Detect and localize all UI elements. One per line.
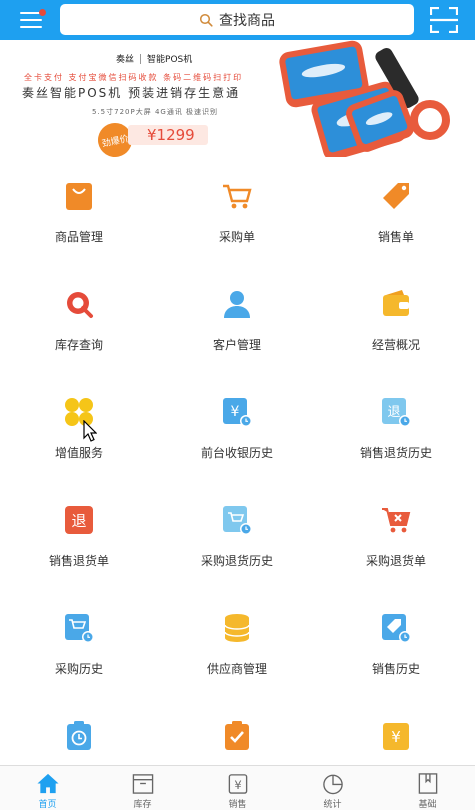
yuan-doc-icon: ¥ (383, 723, 409, 750)
grid-item-label: 商品管理 (54, 230, 103, 244)
grid-item-value-added-services[interactable]: 增值服务 (0, 374, 158, 482)
price-tag-icon (383, 183, 409, 209)
brand-product: 智能POS机 (147, 55, 193, 65)
grid-item-label: 销售单 (377, 230, 414, 244)
banner-headline: 奏丝智能POS机 预装进销存生意通 (22, 86, 241, 100)
brand-divider (140, 53, 142, 64)
banner-price: ¥1299 (147, 126, 195, 144)
grid-item-sales-order[interactable]: 销售单 (317, 158, 475, 266)
grid-item-label: 经营概况 (371, 338, 420, 352)
tab-sales[interactable]: ¥ 销售 (190, 766, 285, 810)
grid-item-label: 采购退货历史 (200, 554, 273, 568)
grid-item-label: 销售退货历史 (359, 446, 432, 460)
tab-inventory[interactable]: 库存 (95, 766, 190, 810)
grid-item-label: 前台收银历史 (200, 446, 273, 460)
scanner-grip-image (410, 100, 450, 140)
grid-item-label: 销售退货单 (48, 554, 109, 568)
wallet-icon (383, 290, 409, 316)
cart-history-icon (65, 614, 94, 643)
database-icon (224, 614, 250, 642)
banner-specs: 5.5寸720P大屏 4G通讯 极速识别 (92, 108, 219, 116)
search-bar[interactable]: 查找商品 (60, 4, 414, 35)
grid-item-label: 供应商管理 (206, 662, 267, 676)
brand-logo: 奏丝 (116, 55, 135, 65)
tab-label: 统计 (323, 800, 342, 810)
tab-label: 基础 (418, 800, 437, 810)
inventory-search-icon (67, 292, 93, 318)
banner-brand: 奏丝 智能POS机 (116, 52, 192, 65)
grid-item-label: 客户管理 (212, 338, 261, 352)
svg-text:¥: ¥ (231, 404, 240, 420)
home-icon (36, 773, 59, 794)
promo-banner[interactable]: 奏丝 智能POS机 全卡支付 支付宝微信扫码收款 条码二维码扫打印 奏丝智能PO… (0, 40, 475, 157)
grid-item-label: 增值服务 (54, 446, 103, 460)
grid-item-label: 库存查询 (54, 338, 103, 352)
svg-text:退: 退 (387, 405, 400, 420)
menu-button[interactable] (0, 0, 60, 40)
sales-bag-icon: ¥ (228, 774, 247, 794)
grid-item-label: 采购退货单 (365, 554, 426, 568)
tab-label: 销售 (228, 800, 247, 810)
grid-item-customer-management[interactable]: 客户管理 (158, 266, 316, 374)
cashier-history-icon: ¥ (223, 398, 252, 427)
grid-item-purchase-return-order[interactable]: 采购退货单 (317, 482, 475, 590)
grid-item-cashier-history[interactable]: ¥ 前台收银历史 (158, 374, 316, 482)
pie-chart-icon (322, 774, 343, 795)
tab-home[interactable]: 首页 (0, 766, 95, 810)
person-icon (224, 291, 250, 318)
grid-item-sales-return-history[interactable]: 退 销售退货历史 (317, 374, 475, 482)
notification-dot (39, 9, 46, 16)
grid-item-purchase-order[interactable]: 采购单 (158, 158, 316, 266)
shopping-cart-icon (223, 184, 252, 209)
grid-item-inventory-query[interactable]: 库存查询 (0, 266, 158, 374)
svg-text:¥: ¥ (391, 728, 401, 746)
grid-item-sales-history[interactable]: 销售历史 (317, 590, 475, 698)
grid-item-sales-return-order[interactable]: 退 销售退货单 (0, 482, 158, 590)
grid-item-label: 采购历史 (54, 662, 103, 676)
shopping-bag-icon (66, 183, 92, 210)
grid-item-purchase-return-history[interactable]: 采购退货历史 (158, 482, 316, 590)
svg-text:¥: ¥ (234, 778, 241, 792)
tab-label: 首页 (38, 800, 57, 810)
grid-item-label: 采购单 (218, 230, 255, 244)
grid-item-business-overview[interactable]: 经营概况 (317, 266, 475, 374)
purchase-return-history-icon (223, 506, 252, 535)
banner-features: 全卡支付 支付宝微信扫码收款 条码二维码扫打印 (24, 73, 244, 82)
book-icon (418, 773, 437, 794)
mouse-cursor-icon (83, 420, 97, 442)
cart-remove-icon (382, 508, 411, 533)
grid-item-purchase-history[interactable]: 采购历史 (0, 590, 158, 698)
tab-statistics[interactable]: 统计 (285, 766, 380, 810)
top-bar: 查找商品 (0, 0, 475, 40)
search-icon (199, 13, 213, 27)
tab-label: 库存 (133, 800, 152, 810)
grid-item-supplier-management[interactable]: 供应商管理 (158, 590, 316, 698)
tab-basics[interactable]: 基础 (380, 766, 475, 810)
clipboard-clock-icon (67, 721, 91, 750)
grid-item-label: 销售历史 (371, 662, 420, 676)
search-placeholder: 查找商品 (219, 12, 275, 29)
svg-text:退: 退 (71, 512, 86, 530)
clipboard-check-icon (225, 721, 249, 750)
tag-history-icon (382, 614, 411, 643)
return-document-icon: 退 (65, 506, 93, 534)
grid-item-product-management[interactable]: 商品管理 (0, 158, 158, 266)
scan-icon[interactable] (430, 7, 458, 33)
bottom-tab-bar: 首页 库存 ¥ 销售 统计 基础 (0, 765, 475, 810)
inventory-box-icon (132, 774, 153, 794)
sales-return-history-icon: 退 (382, 398, 411, 427)
